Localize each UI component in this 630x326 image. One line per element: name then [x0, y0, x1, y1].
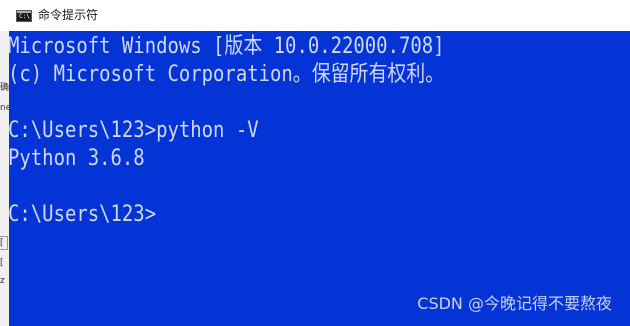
console-prompt[interactable]: C:\Users\123>: [9, 201, 156, 229]
console-line-version: Microsoft Windows [版本 10.0.22000.708]: [9, 34, 445, 59]
console-output[interactable]: Microsoft Windows [版本 10.0.22000.708] (c…: [9, 31, 630, 326]
console-line-copyright: (c) Microsoft Corporation。保留所有权利。: [9, 62, 445, 87]
cmd-window: C:\ 命令提示符 确 ne [ [ z Microsoft Windows […: [0, 0, 630, 326]
window-title: 命令提示符: [38, 8, 99, 22]
background-text-fragment: 确: [0, 83, 10, 93]
background-text-fragment: z: [0, 276, 5, 286]
background-window-edge: 确 ne [ [ z: [0, 31, 11, 326]
cmd-icon-glyph: C:\: [19, 13, 30, 20]
title-bar[interactable]: C:\ 命令提示符: [0, 0, 630, 31]
console-line-command: C:\Users\123>python -V: [9, 118, 259, 143]
background-text-fragment: [: [0, 238, 4, 248]
cmd-icon: C:\: [16, 10, 32, 22]
watermark-text: CSDN @今晚记得不要熬夜: [417, 294, 612, 313]
console-line-output: Python 3.6.8: [9, 146, 145, 171]
background-text-fragment: [: [0, 258, 4, 268]
